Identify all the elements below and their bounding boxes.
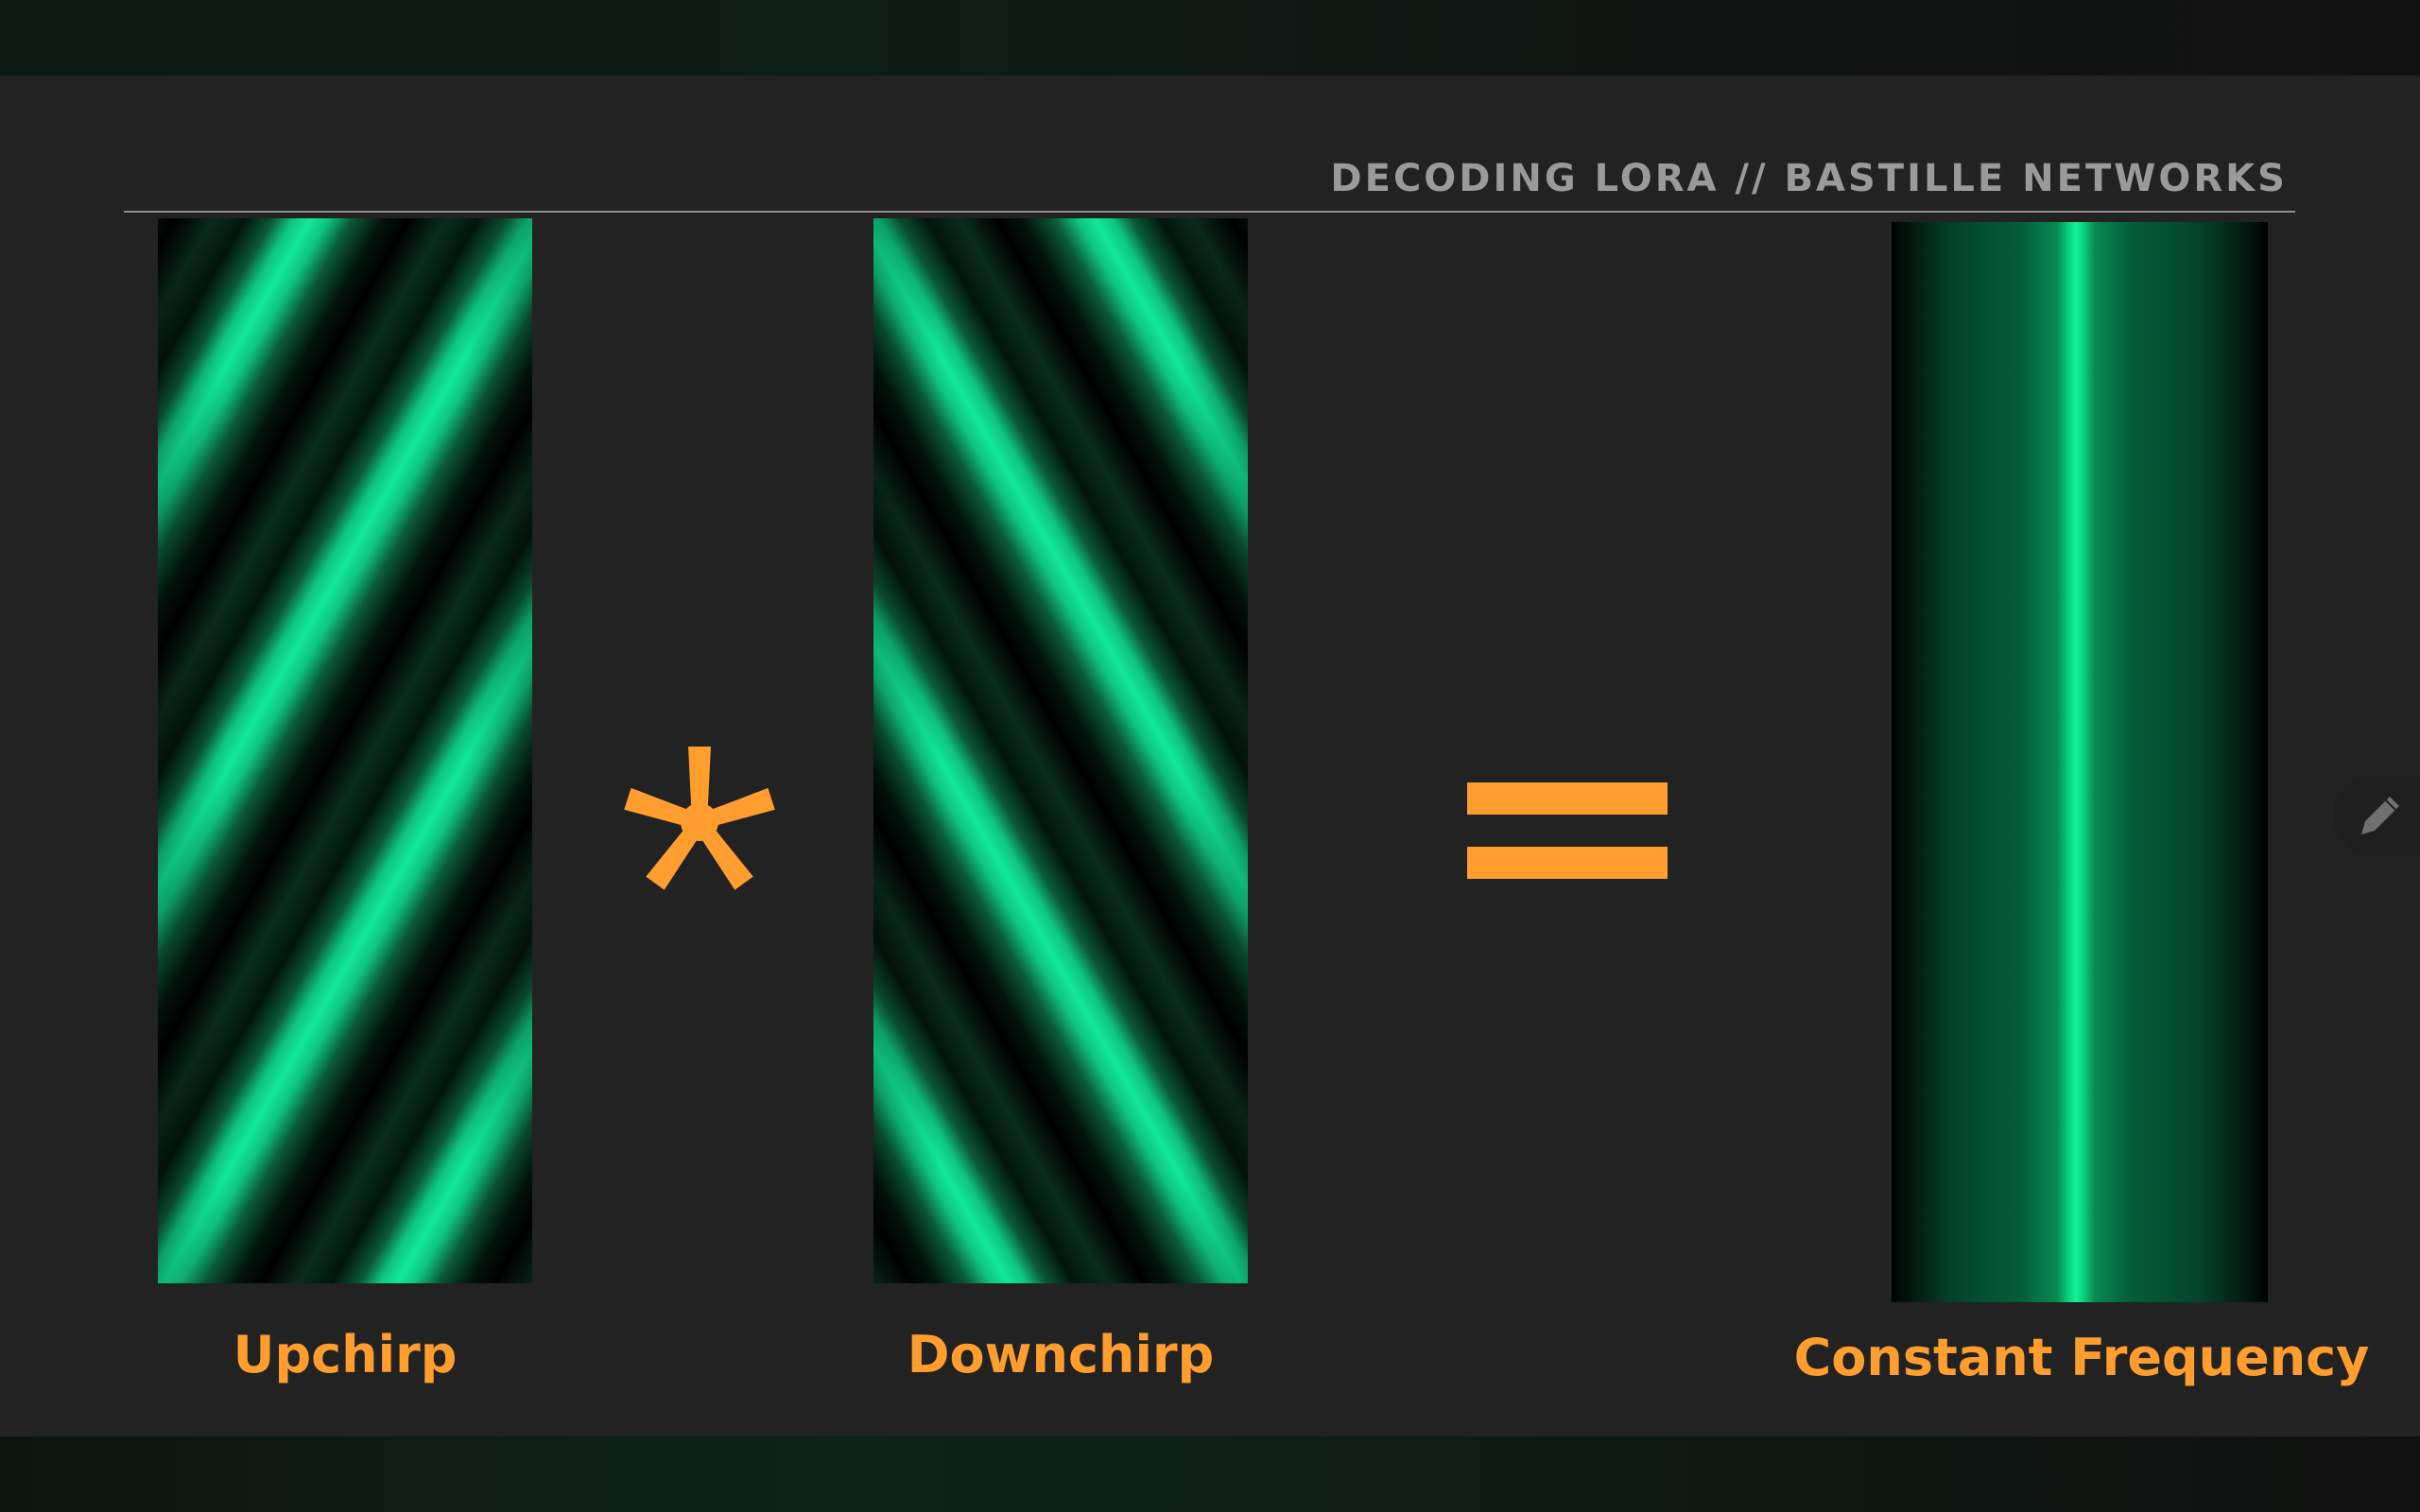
- downchirp-label: Downchirp: [907, 1325, 1215, 1384]
- constant-frequency-spectrogram: [1892, 222, 2268, 1302]
- upchirp-spectrogram: [158, 218, 532, 1283]
- equals-symbol: [1467, 782, 1668, 879]
- letterbox-top: [0, 0, 2420, 76]
- header-divider: [124, 211, 2295, 213]
- letterbox-bottom: [0, 1436, 2420, 1512]
- equals-bar-top: [1467, 782, 1668, 815]
- presentation-slide: DECODING LORA // BASTILLE NETWORKS Upchi…: [0, 76, 2420, 1436]
- edit-pencil-button[interactable]: [2333, 775, 2420, 856]
- pencil-icon: [2361, 797, 2399, 834]
- equals-bar-bottom: [1467, 847, 1668, 879]
- upchirp-label: Upchirp: [233, 1325, 458, 1384]
- downchirp-spectrogram: [873, 218, 1248, 1283]
- multiply-asterisk-symbol: [624, 747, 775, 890]
- constant-frequency-label: Constant Frequency: [1793, 1328, 2370, 1387]
- header-title: DECODING LORA // BASTILLE NETWORKS: [1330, 157, 2288, 200]
